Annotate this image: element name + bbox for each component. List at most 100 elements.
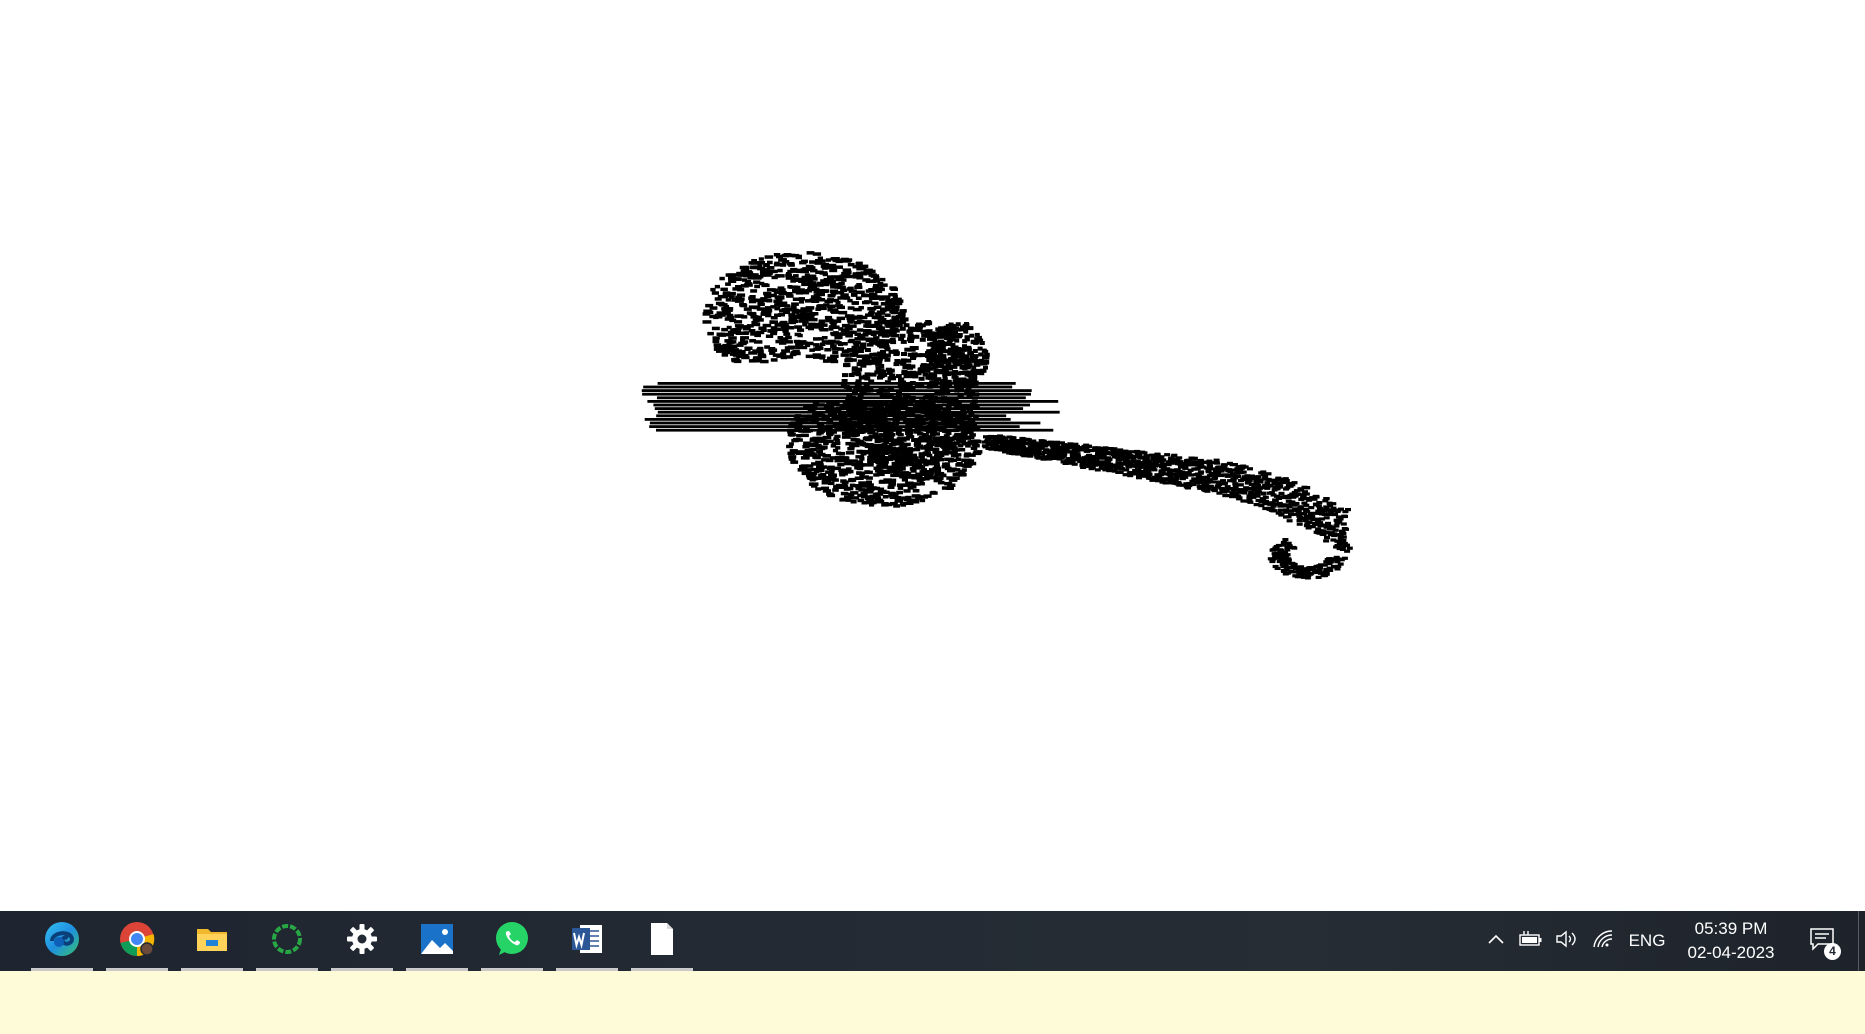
point-cloud-point: [800, 259, 808, 264]
point-cloud-point: [744, 282, 753, 286]
point-cloud-point: [711, 326, 720, 331]
show-desktop-button[interactable]: [1858, 911, 1865, 971]
taskbar: ENG 05:39 PM 02-04-2023 4: [0, 911, 1865, 971]
point-cloud-point: [881, 433, 888, 438]
point-cloud-point: [919, 323, 926, 328]
point-cloud-point: [907, 352, 914, 357]
taskbar-photos-button[interactable]: [406, 911, 468, 971]
action-center-button[interactable]: 4: [1802, 911, 1842, 971]
network-button[interactable]: [1587, 911, 1621, 971]
point-cloud-point: [886, 469, 893, 474]
gear-icon: [344, 921, 380, 962]
point-cloud-point: [903, 323, 910, 328]
point-cloud-point: [832, 319, 839, 323]
point-cloud-point: [982, 445, 989, 449]
point-cloud-point: [744, 346, 753, 350]
notification-icon: 4: [1809, 927, 1841, 960]
point-cloud-point: [773, 299, 779, 303]
point-cloud-point: [878, 480, 885, 484]
point-cloud-point: [1277, 484, 1284, 488]
taskbar-spinner-app-button[interactable]: [256, 911, 318, 971]
point-cloud-point: [713, 336, 719, 341]
point-cloud-point: [933, 463, 940, 468]
point-cloud-point: [766, 271, 773, 275]
point-cloud-point: [1303, 567, 1310, 571]
point-cloud-point: [755, 274, 764, 279]
point-cloud-point: [657, 410, 1060, 414]
taskbar-file-explorer-button[interactable]: [181, 911, 243, 971]
point-cloud-point: [754, 340, 763, 344]
taskbar-settings-button[interactable]: [331, 911, 393, 971]
point-cloud-point: [899, 326, 906, 331]
point-cloud-point: [874, 312, 882, 316]
point-cloud-point: [958, 448, 966, 452]
point-cloud-point: [1276, 481, 1283, 485]
point-cloud-point: [824, 348, 832, 352]
point-cloud-point: [1197, 475, 1204, 479]
taskbar-whatsapp-button[interactable]: [481, 911, 543, 971]
render-viewport[interactable]: [0, 0, 1865, 911]
point-cloud-point: [929, 468, 935, 473]
point-cloud-point: [730, 328, 736, 332]
point-cloud-point: [806, 449, 814, 453]
point-cloud-point: [1009, 436, 1016, 440]
point-cloud-point: [1239, 465, 1246, 470]
point-cloud-point: [1050, 451, 1057, 455]
edge-icon: [43, 920, 81, 963]
point-cloud-point: [874, 492, 884, 496]
volume-button[interactable]: [1550, 911, 1584, 971]
language-indicator[interactable]: ENG: [1622, 911, 1672, 971]
point-cloud-point: [1085, 448, 1092, 453]
point-cloud-point: [644, 418, 1011, 421]
point-cloud-point: [906, 431, 913, 436]
taskbar-word-button[interactable]: [556, 911, 618, 971]
point-cloud-point: [884, 502, 893, 507]
point-cloud-point: [855, 455, 865, 459]
point-cloud-point: [1310, 567, 1317, 571]
taskbar-edge-button[interactable]: [31, 911, 93, 971]
point-cloud-point: [1235, 474, 1242, 479]
point-cloud-point: [858, 488, 866, 492]
point-cloud-point: [830, 444, 837, 448]
point-cloud-point: [854, 337, 860, 341]
point-cloud-point: [814, 469, 820, 473]
clock[interactable]: 05:39 PM 02-04-2023: [1670, 917, 1792, 965]
point-cloud-point: [926, 435, 933, 440]
point-cloud-point: [1061, 452, 1068, 456]
point-cloud-point: [746, 271, 753, 276]
point-cloud-point: [1252, 493, 1259, 497]
point-cloud-point: [865, 324, 875, 328]
point-cloud-point: [934, 451, 941, 455]
point-cloud-point: [1330, 502, 1337, 506]
point-cloud-point: [874, 320, 882, 325]
point-cloud-point: [812, 252, 822, 256]
point-cloud-point: [816, 436, 826, 441]
point-cloud-point: [1166, 473, 1173, 477]
point-cloud-point: [1000, 436, 1007, 440]
point-cloud-point: [1271, 552, 1278, 556]
point-cloud-point: [849, 352, 856, 357]
point-cloud-point: [710, 287, 716, 292]
point-cloud-point: [831, 325, 840, 329]
point-cloud-point: [925, 375, 932, 380]
point-cloud-point: [727, 307, 734, 311]
taskbar-chrome-button[interactable]: [106, 911, 168, 971]
point-cloud-point: [832, 466, 841, 471]
point-cloud-point: [856, 271, 863, 276]
point-cloud-point: [1208, 461, 1215, 465]
point-cloud-point: [848, 478, 855, 483]
taskbar-document-button[interactable]: [631, 911, 693, 971]
below-screen-area: [0, 971, 1865, 1034]
point-cloud-point: [731, 358, 738, 362]
point-cloud-point: [830, 308, 839, 312]
wifi-icon: [1592, 929, 1616, 954]
point-cloud-point: [907, 486, 914, 490]
point-cloud-point: [653, 403, 1030, 407]
point-cloud-point: [1316, 568, 1323, 572]
point-cloud-point: [832, 350, 839, 355]
point-cloud-point: [853, 443, 860, 448]
battery-button[interactable]: [1514, 911, 1548, 971]
point-cloud-point: [1119, 455, 1126, 459]
point-cloud-point: [735, 295, 742, 300]
show-hidden-icons-button[interactable]: [1480, 911, 1512, 971]
